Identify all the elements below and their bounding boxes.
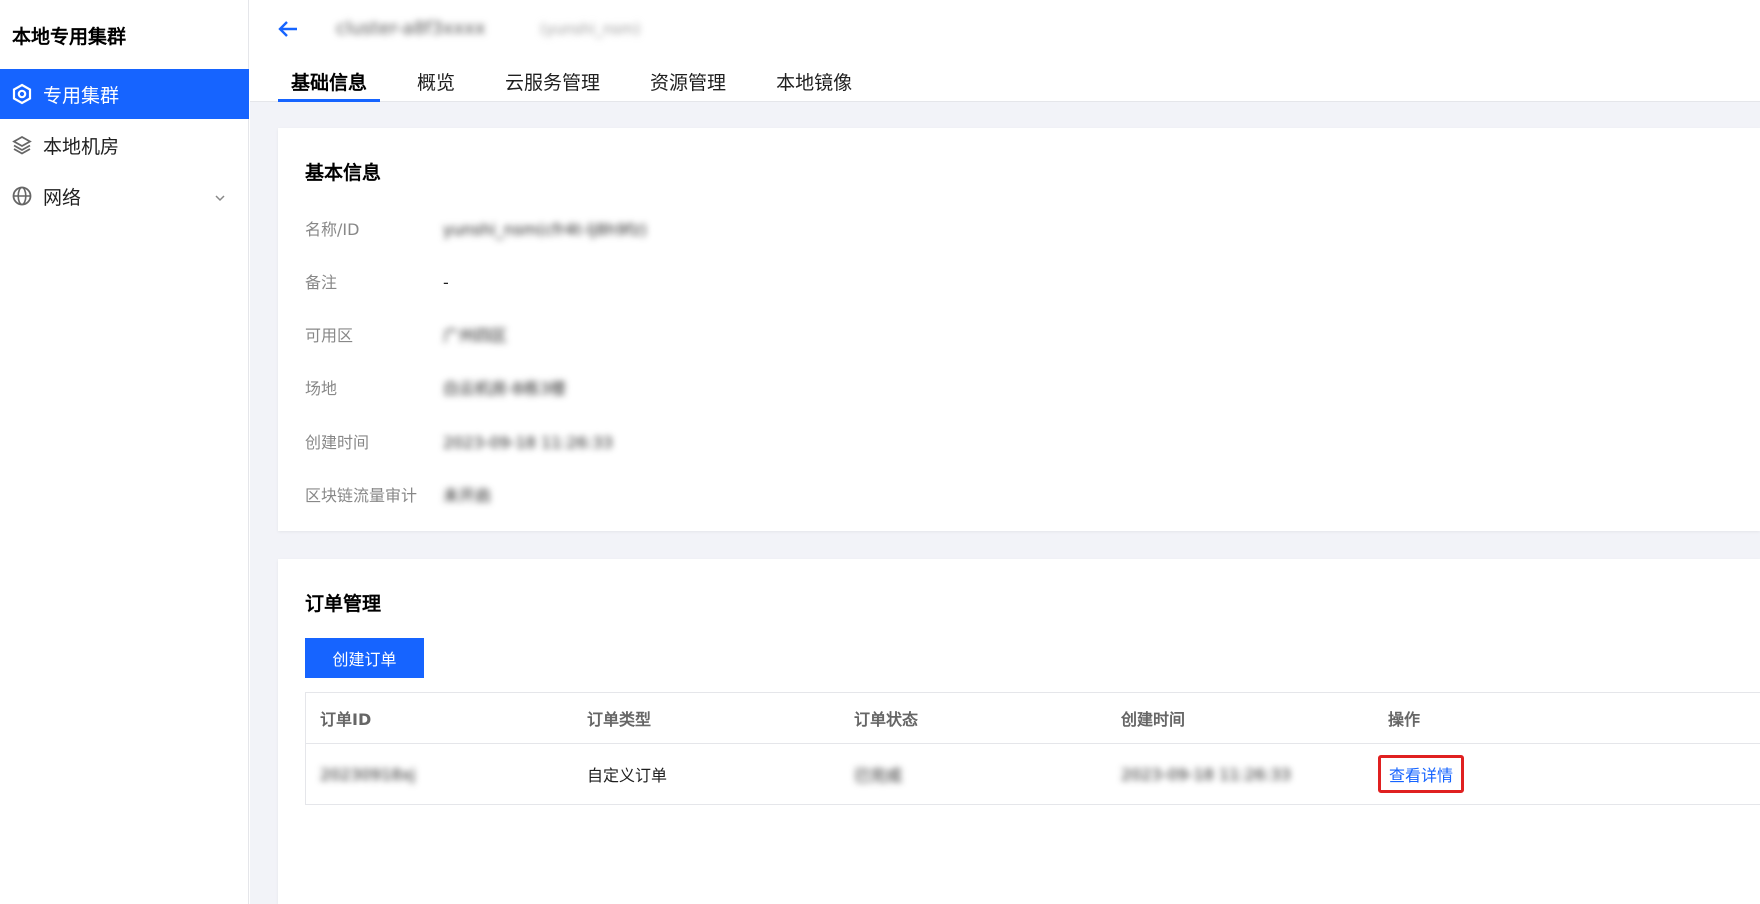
tab-cloud-service[interactable]: 云服务管理 — [492, 62, 613, 102]
orders-table: 订单ID 订单类型 订单状态 创建时间 操作 20230918xj 自定义订单 … — [305, 692, 1760, 805]
chevron-down-icon — [213, 188, 227, 210]
column-header: 订单状态 — [854, 710, 919, 729]
tab-resource[interactable]: 资源管理 — [637, 62, 739, 102]
order-id-cell: 20230918xj — [320, 764, 416, 784]
order-created-cell: 2023-09-18 11:26:33 — [1121, 764, 1291, 784]
sidebar-item-label: 网络 — [43, 186, 82, 209]
info-row-remark: 备注 - — [305, 273, 449, 292]
cluster-name: cluster-a8f3xxxx — [336, 18, 486, 39]
table-header: 订单ID 订单类型 订单状态 创建时间 操作 — [306, 693, 1760, 744]
order-management-card: 订单管理 创建订单 订单ID 订单类型 订单状态 创建时间 操作 2023091… — [278, 559, 1760, 904]
tab-local-image[interactable]: 本地镜像 — [763, 62, 865, 102]
info-row-site: 场地 白云机房-B栋3楼 — [305, 379, 566, 398]
column-header: 订单类型 — [587, 710, 652, 729]
order-action-cell: 查看详情 — [1374, 755, 1574, 793]
info-row-zone: 可用区 广州四区 — [305, 326, 508, 345]
info-row-blockchain-audit: 区块链流量审计 未开启 — [305, 486, 492, 505]
sidebar-item-dedicated-cluster[interactable]: 专用集群 — [0, 69, 249, 119]
info-row-created: 创建时间 2023-09-18 11:26:33 — [305, 433, 613, 452]
basic-info-title: 基本信息 — [305, 162, 382, 184]
table-row: 20230918xj 自定义订单 已完成 2023-09-18 11:26:33… — [306, 744, 1760, 804]
tab-overview[interactable]: 概览 — [404, 62, 468, 102]
layers-icon — [10, 133, 34, 157]
create-order-button[interactable]: 创建订单 — [305, 638, 424, 678]
order-status-cell: 已完成 — [854, 766, 903, 785]
basic-info-card: 基本信息 名称/ID yunshi_nsm(cfr4t-lj8h9fz) 备注 - … — [278, 128, 1760, 531]
back-arrow-icon[interactable] — [276, 16, 302, 42]
view-details-link[interactable]: 查看详情 — [1378, 755, 1465, 793]
cluster-icon — [10, 82, 34, 106]
order-management-title: 订单管理 — [305, 593, 382, 615]
sidebar-item-label: 专用集群 — [43, 84, 120, 107]
tab-bar: 基础信息 概览 云服务管理 资源管理 本地镜像 — [278, 62, 889, 102]
sidebar: 本地专用集群 专用集群 本地机房 网络 — [0, 0, 249, 904]
order-type-cell: 自定义订单 — [587, 766, 668, 785]
column-header: 操作 — [1388, 710, 1421, 729]
sidebar-item-local-room[interactable]: 本地机房 — [0, 120, 249, 170]
column-header: 创建时间 — [1121, 710, 1186, 729]
globe-icon — [10, 184, 34, 208]
page-header: cluster-a8f3xxxx (yunshi_nsm) 基础信息 概览 云服… — [250, 0, 1760, 102]
info-row-name: 名称/ID yunshi_nsm(cfr4t-lj8h9fz) — [305, 220, 647, 239]
column-header: 订单ID — [320, 710, 372, 729]
sidebar-title: 本地专用集群 — [12, 26, 127, 48]
sidebar-item-label: 本地机房 — [43, 135, 120, 158]
sidebar-item-network[interactable]: 网络 — [0, 171, 249, 221]
cluster-alias: (yunshi_nsm) — [540, 20, 641, 38]
tab-basic-info[interactable]: 基础信息 — [278, 62, 381, 102]
main-content: cluster-a8f3xxxx (yunshi_nsm) 基础信息 概览 云服… — [250, 0, 1760, 904]
